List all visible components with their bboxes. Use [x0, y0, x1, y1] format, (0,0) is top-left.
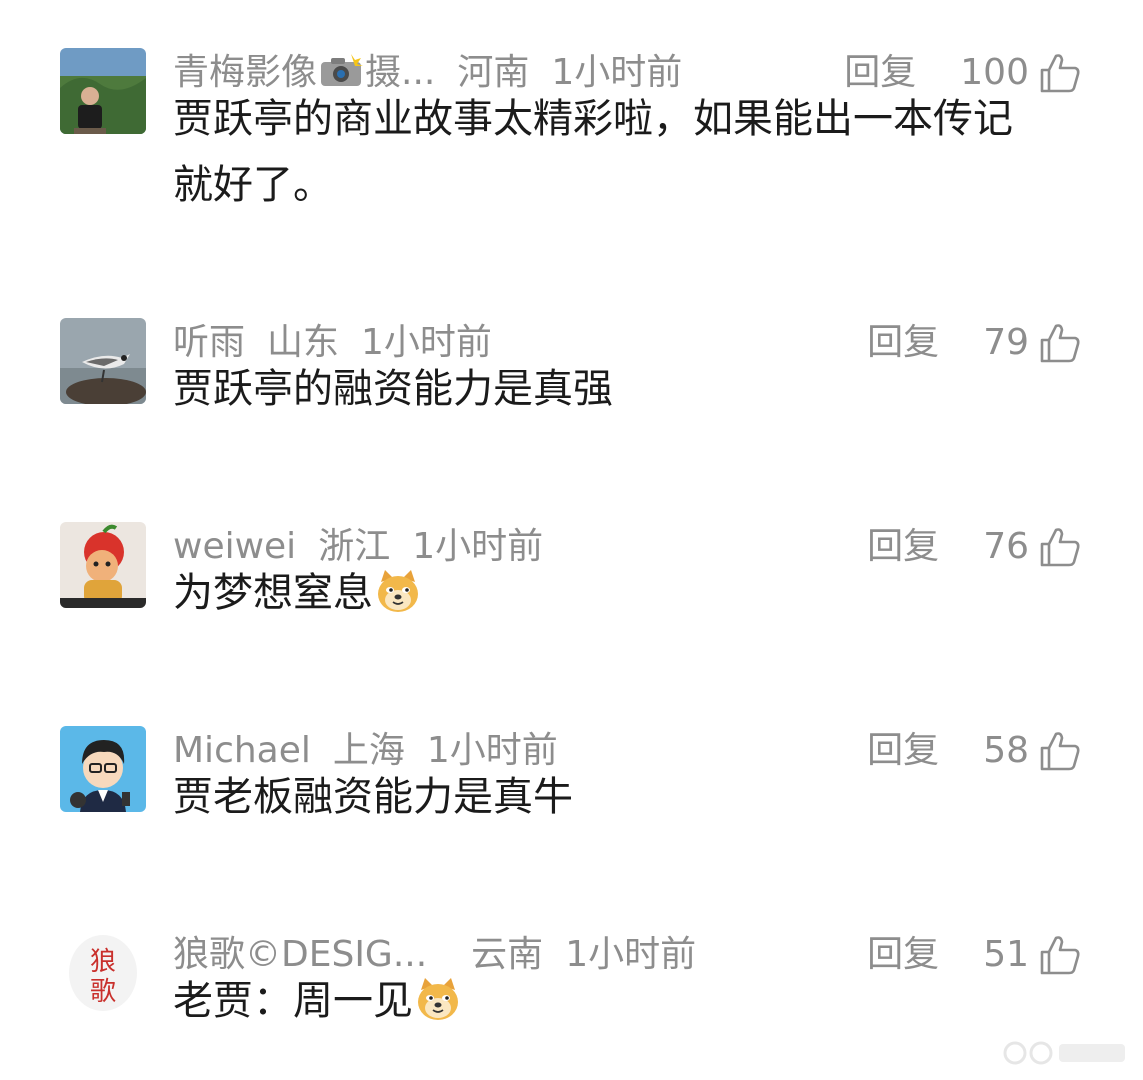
- avatar-photo-icon: [60, 48, 146, 134]
- avatar-calligraphy-icon: 狼 歌: [60, 930, 146, 1016]
- comment-text-line: 为梦想窒息: [173, 560, 1083, 626]
- comment-text: 贾跃亭的商业故事太精彩啦，如果能出一本传记 就好了。: [173, 86, 1083, 218]
- comment-item: 听雨 山东 1小时前 回复 79 贾跃亭的融资能力是真强: [0, 318, 1143, 438]
- comment-text-line: 贾老板融资能力是真牛: [173, 774, 573, 820]
- comment-text-line: 老贾：周一见: [173, 968, 1083, 1034]
- avatar-text: 狼: [90, 947, 116, 977]
- comment-item: weiwei 浙江 1小时前 回复 76 为梦想窒息: [0, 522, 1143, 642]
- avatar[interactable]: [60, 318, 146, 404]
- comment-text: 贾跃亭的融资能力是真强: [173, 356, 1083, 422]
- avatar-cartoon-man-icon: [60, 726, 146, 812]
- avatar-bird-photo-icon: [60, 318, 146, 404]
- avatar[interactable]: [60, 522, 146, 608]
- avatar-text: 歌: [90, 977, 116, 1007]
- doge-emoji-icon: [418, 978, 458, 1020]
- comment-text: 老贾：周一见: [173, 968, 1083, 1034]
- comment-item: Michael 上海 1小时前 回复 58 贾老板融资能力是真牛: [0, 726, 1143, 846]
- avatar[interactable]: 狼 歌: [60, 930, 146, 1016]
- comment-text: 为梦想窒息: [173, 560, 1083, 626]
- comment-text-line: 贾跃亭的融资能力是真强: [173, 366, 613, 412]
- camera-flash-icon: [321, 54, 364, 86]
- comment-item: 青梅影像 摄... 河南 1小时前 回复 100 贾跃亭的商业故事太精彩啦，如果能出…: [0, 48, 1143, 248]
- comment-text: 贾老板融资能力是真牛: [173, 764, 1083, 830]
- comment-text-line: 就好了。: [173, 162, 333, 208]
- doge-emoji-icon: [378, 570, 418, 612]
- watermark-icon: [1003, 1041, 1125, 1065]
- avatar[interactable]: [60, 48, 146, 134]
- comment-item: 狼 歌 狼歌©DESIG... 云南 1小时前 回复 51 老贾：周一见: [0, 930, 1143, 1050]
- avatar-cartoon-figure-icon: [60, 522, 146, 608]
- avatar[interactable]: [60, 726, 146, 812]
- comment-text-line: 贾跃亭的商业故事太精彩啦，如果能出一本传记: [173, 96, 1013, 142]
